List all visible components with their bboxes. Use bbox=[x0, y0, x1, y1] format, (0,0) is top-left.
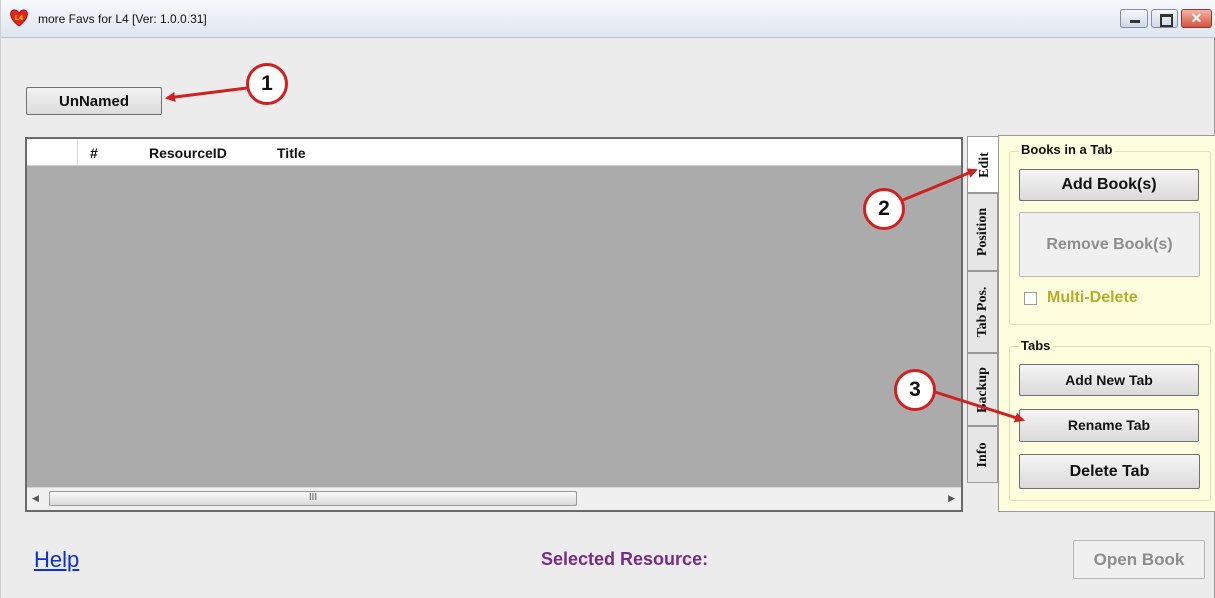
close-icon: ✕ bbox=[1190, 10, 1203, 26]
scroll-right-icon[interactable]: ▶ bbox=[948, 493, 955, 504]
grid-header: # ResourceID Title bbox=[27, 139, 961, 166]
multi-delete-label: Multi-Delete bbox=[1047, 289, 1138, 306]
maximize-icon bbox=[1160, 14, 1173, 27]
maximize-button[interactable] bbox=[1151, 9, 1178, 28]
side-tab-strip: Edit Position Tab Pos. Backup Info bbox=[967, 136, 1001, 506]
resource-grid[interactable]: # ResourceID Title ◀ III ▶ bbox=[25, 137, 963, 512]
add-new-tab-button[interactable]: Add New Tab bbox=[1019, 364, 1199, 396]
tab-edit-label: Edit bbox=[976, 151, 992, 178]
app-heart-icon: L4 bbox=[10, 9, 28, 27]
callout-2: 2 bbox=[863, 188, 905, 230]
callout-3: 3 bbox=[894, 369, 936, 411]
add-books-button[interactable]: Add Book(s) bbox=[1019, 169, 1199, 201]
column-header-number[interactable]: # bbox=[90, 145, 98, 161]
selected-resource-label: Selected Resource: bbox=[541, 549, 709, 569]
open-book-button[interactable]: Open Book bbox=[1073, 540, 1205, 579]
multi-delete-checkbox[interactable] bbox=[1024, 292, 1037, 305]
tab-info-label: Info bbox=[974, 442, 990, 467]
remove-books-button[interactable]: Remove Book(s) bbox=[1019, 212, 1200, 277]
app-window: L4 more Favs for L4 [Ver: 1.0.0.31] ✕ Un… bbox=[0, 0, 1215, 598]
tab-position-label: Position bbox=[974, 207, 990, 257]
scroll-thumb[interactable]: III bbox=[49, 491, 577, 506]
horizontal-scrollbar[interactable]: ◀ III ▶ bbox=[27, 487, 961, 510]
minimize-button[interactable] bbox=[1120, 9, 1148, 28]
close-button[interactable]: ✕ bbox=[1181, 9, 1212, 28]
app-icon-text: L4 bbox=[15, 15, 23, 22]
scroll-grip: III bbox=[308, 492, 318, 503]
tab-backup[interactable]: Backup bbox=[967, 353, 998, 426]
help-link[interactable]: Help bbox=[34, 547, 79, 573]
row-header-separator bbox=[77, 139, 78, 165]
callout-1: 1 bbox=[246, 63, 288, 105]
column-header-resourceid[interactable]: ResourceID bbox=[149, 145, 227, 161]
tab-edit[interactable]: Edit bbox=[967, 136, 1001, 193]
delete-tab-button[interactable]: Delete Tab bbox=[1019, 454, 1200, 489]
tab-tab-pos-label: Tab Pos. bbox=[974, 286, 990, 338]
title-bar: L4 more Favs for L4 [Ver: 1.0.0.31] ✕ bbox=[1, 0, 1215, 38]
tabs-group-label: Tabs bbox=[1019, 338, 1053, 353]
column-header-title[interactable]: Title bbox=[277, 145, 306, 161]
window-title: more Favs for L4 [Ver: 1.0.0.31] bbox=[38, 12, 207, 26]
tab-tab-pos[interactable]: Tab Pos. bbox=[967, 271, 998, 353]
rename-tab-button[interactable]: Rename Tab bbox=[1019, 409, 1199, 442]
books-group-label: Books in a Tab bbox=[1019, 142, 1115, 157]
scroll-left-icon[interactable]: ◀ bbox=[32, 493, 39, 504]
tab-position[interactable]: Position bbox=[967, 193, 998, 271]
tab-backup-label: Backup bbox=[974, 366, 990, 413]
arrow-1 bbox=[165, 86, 248, 102]
edit-panel: Books in a Tab Add Book(s) Remove Book(s… bbox=[998, 135, 1215, 512]
tab-info[interactable]: Info bbox=[967, 426, 998, 483]
minimize-icon bbox=[1130, 20, 1140, 23]
unnamed-tab-button[interactable]: UnNamed bbox=[26, 87, 162, 115]
